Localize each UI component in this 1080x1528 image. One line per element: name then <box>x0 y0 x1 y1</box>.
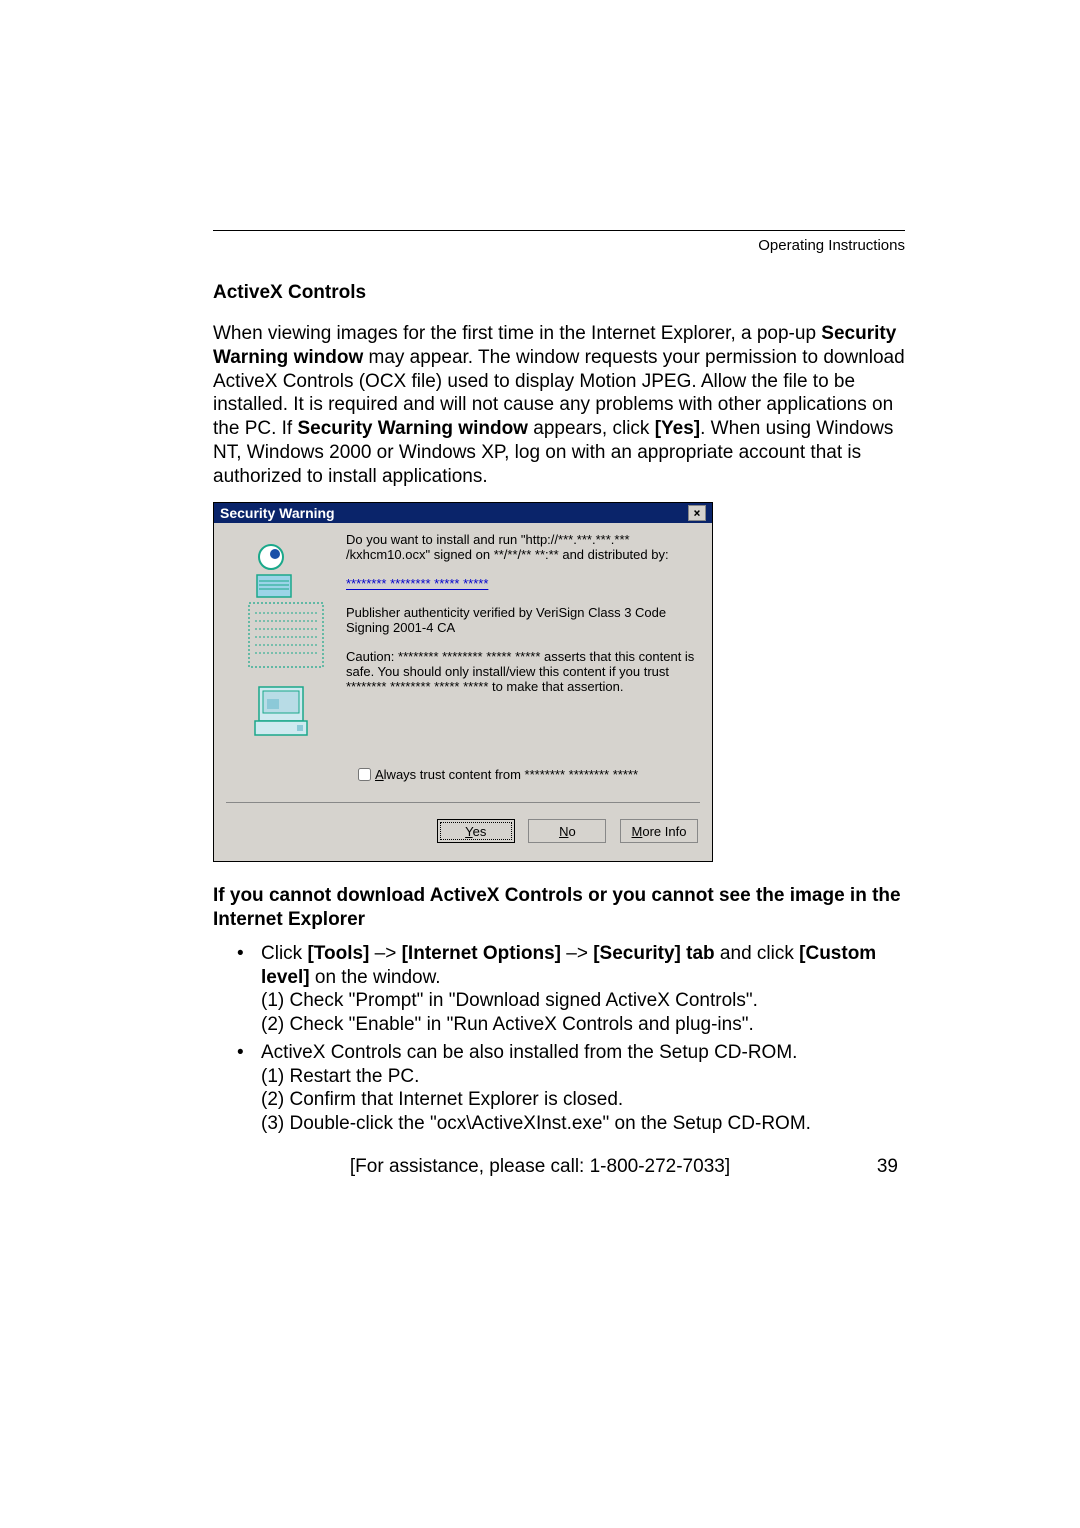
b1-and: and click <box>715 943 799 964</box>
security-warning-dialog: Security Warning × <box>213 502 713 862</box>
dialog-titlebar: Security Warning × <box>214 503 712 523</box>
footer-assist: [For assistance, please call: 1-800-272-… <box>0 1156 1080 1178</box>
yes-button[interactable]: Yes <box>437 819 515 843</box>
b1-tools: [Tools] <box>307 943 369 964</box>
dialog-line1: Do you want to install and run "http://*… <box>346 533 700 563</box>
page-number: 39 <box>877 1156 898 1178</box>
b2-sub2: (2) Confirm that Internet Explorer is cl… <box>261 1088 905 1112</box>
always-trust-label: Always trust content from ******** *****… <box>375 767 638 782</box>
intro-text-e: appears, click <box>528 418 655 439</box>
header-rule <box>213 230 905 231</box>
more-info-button[interactable]: More Info <box>620 819 698 843</box>
dialog-line2: Publisher authenticity verified by VeriS… <box>346 606 700 636</box>
b1-sub2: (2) Check "Enable" in "Run ActiveX Contr… <box>261 1013 905 1037</box>
always-trust-text: lways trust content from ******** ******… <box>384 767 638 782</box>
no-button[interactable]: No <box>528 819 606 843</box>
install-artwork-icon <box>241 539 331 749</box>
intro-bold-3: [Yes] <box>655 418 700 439</box>
dialog-text-area: Do you want to install and run "http://*… <box>346 533 700 757</box>
b1-sub1: (1) Check "Prompt" in "Download signed A… <box>261 989 905 1013</box>
section-title: ActiveX Controls <box>213 282 905 304</box>
b2-sub3: (3) Double-click the "ocx\ActiveXInst.ex… <box>261 1112 905 1136</box>
header-right: Operating Instructions <box>213 237 905 254</box>
dialog-title-text: Security Warning <box>220 505 335 521</box>
intro-bold-2: Security Warning window <box>297 418 527 439</box>
intro-text-a: When viewing images for the first time i… <box>213 323 821 344</box>
cannot-heading: If you cannot download ActiveX Controls … <box>213 884 905 932</box>
intro-paragraph: When viewing images for the first time i… <box>213 322 905 488</box>
b1-end: on the window. <box>310 967 441 988</box>
dialog-icon-area <box>226 533 346 757</box>
b1-arrow2: –> <box>561 943 593 964</box>
list-item: ActiveX Controls can be also installed f… <box>237 1041 905 1136</box>
close-icon[interactable]: × <box>688 505 706 521</box>
dialog-link[interactable]: ******** ******** ***** ***** <box>346 577 700 592</box>
always-trust-row: Always trust content from ******** *****… <box>214 757 712 802</box>
b1-arrow1: –> <box>369 943 401 964</box>
dialog-caution: Caution: ******** ******** ***** ***** a… <box>346 650 700 695</box>
always-trust-checkbox[interactable] <box>358 768 371 781</box>
b1-sec: [Security] tab <box>593 943 714 964</box>
b1-pre: Click <box>261 943 307 964</box>
b2-main: ActiveX Controls can be also installed f… <box>261 1042 797 1063</box>
instruction-list: Click [Tools] –> [Internet Options] –> [… <box>237 942 905 1136</box>
dialog-button-row: Yes No More Info <box>214 803 712 861</box>
b2-sub1: (1) Restart the PC. <box>261 1065 905 1089</box>
b1-io: [Internet Options] <box>402 943 561 964</box>
list-item: Click [Tools] –> [Internet Options] –> [… <box>237 942 905 1037</box>
